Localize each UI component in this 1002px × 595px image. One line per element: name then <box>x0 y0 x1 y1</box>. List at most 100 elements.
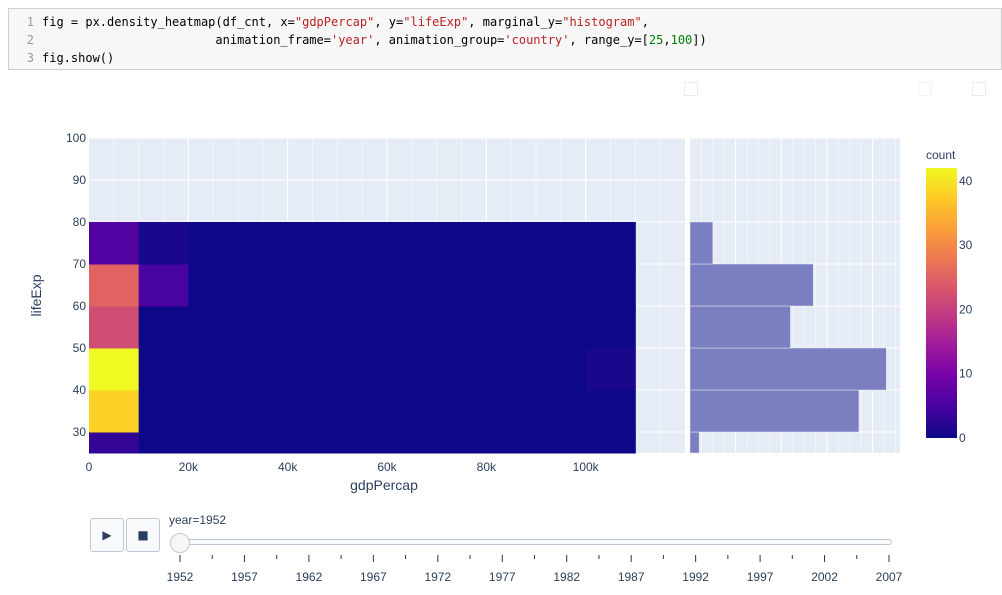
heatmap-cell[interactable] <box>536 348 587 391</box>
heatmap-cell[interactable] <box>89 264 140 307</box>
heatmap-cell[interactable] <box>138 306 189 349</box>
histogram-bar[interactable] <box>689 431 700 454</box>
heatmap-cell[interactable] <box>138 390 189 433</box>
heatmap-cell[interactable] <box>486 306 537 349</box>
heatmap-cell[interactable] <box>287 390 338 433</box>
code-string-token: 'country' <box>504 33 570 47</box>
heatmap-cell[interactable] <box>238 222 289 265</box>
x-tick-label: 40k <box>278 460 298 474</box>
heatmap-cell[interactable] <box>387 348 438 391</box>
heatmap-cell[interactable] <box>287 432 338 454</box>
slider-current-value: year=1952 <box>169 513 227 527</box>
heatmap-cell[interactable] <box>238 306 289 349</box>
x-tick-label: 0 <box>86 460 93 474</box>
heatmap-cell[interactable] <box>287 222 338 265</box>
heatmap-cell[interactable] <box>188 306 239 349</box>
heatmap-cell[interactable] <box>486 390 537 433</box>
code-line: animation_frame='year', animation_group=… <box>42 31 997 49</box>
heatmap-cell[interactable] <box>89 222 140 265</box>
histogram-bar[interactable] <box>689 347 887 391</box>
code-token: , marginal_y= <box>468 15 563 29</box>
histogram-bar[interactable] <box>689 221 714 265</box>
heatmap-cell[interactable] <box>188 222 239 265</box>
heatmap-cell[interactable] <box>436 390 487 433</box>
heatmap-cell[interactable] <box>188 348 239 391</box>
slider-grip[interactable] <box>170 533 190 553</box>
heatmap-cell[interactable] <box>287 264 338 307</box>
histogram-bar[interactable] <box>689 389 860 433</box>
play-button[interactable]: ▶ <box>90 518 124 552</box>
heatmap-cell[interactable] <box>536 264 587 307</box>
heatmap-cell[interactable] <box>536 390 587 433</box>
heatmap-cell[interactable] <box>536 306 587 349</box>
heatmap-cell[interactable] <box>387 432 438 454</box>
code-cell[interactable]: 123 fig = px.density_heatmap(df_cnt, x="… <box>8 8 1002 70</box>
code-number-token: 100 <box>670 33 693 47</box>
heatmap-cell[interactable] <box>337 222 388 265</box>
heatmap-cell[interactable] <box>238 348 289 391</box>
colorbar-tick-label: 40 <box>959 174 973 188</box>
heatmap-cell[interactable] <box>387 306 438 349</box>
heatmap-cell[interactable] <box>287 348 338 391</box>
code-token: fig = px.density_heatmap(df_cnt, x= <box>42 15 295 29</box>
stop-button[interactable]: ■ <box>126 518 160 552</box>
heatmap-cell[interactable] <box>436 264 487 307</box>
heatmap-cell[interactable] <box>585 348 636 391</box>
plotly-logo-icon[interactable] <box>972 82 986 96</box>
heatmap-cell[interactable] <box>486 222 537 265</box>
heatmap-cell[interactable] <box>337 432 388 454</box>
x-tick-label: 60k <box>377 460 397 474</box>
heatmap-cell[interactable] <box>138 432 189 454</box>
histogram-bar[interactable] <box>689 305 791 349</box>
heatmap-cell[interactable] <box>89 348 140 391</box>
heatmap-cell[interactable] <box>287 306 338 349</box>
heatmap-cell[interactable] <box>188 390 239 433</box>
heatmap-cell[interactable] <box>436 306 487 349</box>
heatmap-cell[interactable] <box>387 264 438 307</box>
heatmap-cell[interactable] <box>585 306 636 349</box>
heatmap-cell[interactable] <box>585 222 636 265</box>
heatmap-cell[interactable] <box>138 222 189 265</box>
heatmap-cell[interactable] <box>585 432 636 454</box>
heatmap-cell[interactable] <box>188 264 239 307</box>
camera-icon[interactable] <box>684 82 698 96</box>
y-tick-label: 90 <box>73 173 87 187</box>
colorbar-tick-label: 30 <box>959 238 973 252</box>
heatmap-cell[interactable] <box>238 264 289 307</box>
code-line: fig.show() <box>42 49 997 67</box>
code-token: , animation_group= <box>374 33 505 47</box>
heatmap-cell[interactable] <box>585 264 636 307</box>
heatmap-cell[interactable] <box>238 390 289 433</box>
heatmap-cell[interactable] <box>138 264 189 307</box>
heatmap-cell[interactable] <box>536 222 587 265</box>
x-tick-label: 80k <box>477 460 497 474</box>
zoom-icon[interactable] <box>918 82 932 96</box>
heatmap-cell[interactable] <box>89 432 140 454</box>
heatmap-cell[interactable] <box>436 222 487 265</box>
heatmap-cell[interactable] <box>337 390 388 433</box>
code-editor[interactable]: fig = px.density_heatmap(df_cnt, x="gdpP… <box>42 13 997 67</box>
heatmap-cell[interactable] <box>585 390 636 433</box>
slider-rail[interactable] <box>170 539 892 545</box>
code-token: animation_frame= <box>42 33 331 47</box>
heatmap-cell[interactable] <box>486 264 537 307</box>
heatmap-cell[interactable] <box>337 348 388 391</box>
heatmap-cell[interactable] <box>89 306 140 349</box>
heatmap-cell[interactable] <box>536 432 587 454</box>
heatmap-cell[interactable] <box>337 264 388 307</box>
histogram-bar[interactable] <box>689 263 814 307</box>
heatmap-cell[interactable] <box>486 432 537 454</box>
y-axis-title: lifeExp <box>28 274 44 316</box>
heatmap-cell[interactable] <box>436 432 487 454</box>
heatmap-cell[interactable] <box>337 306 388 349</box>
heatmap-cell[interactable] <box>89 390 140 433</box>
code-token: fig.show() <box>42 51 115 65</box>
heatmap-cell[interactable] <box>486 348 537 391</box>
heatmap-cell[interactable] <box>138 348 189 391</box>
heatmap-cell[interactable] <box>387 222 438 265</box>
heatmap-cell[interactable] <box>436 348 487 391</box>
code-string-token: "lifeExp" <box>403 15 469 29</box>
heatmap-cell[interactable] <box>188 432 239 454</box>
heatmap-cell[interactable] <box>238 432 289 454</box>
heatmap-cell[interactable] <box>387 390 438 433</box>
